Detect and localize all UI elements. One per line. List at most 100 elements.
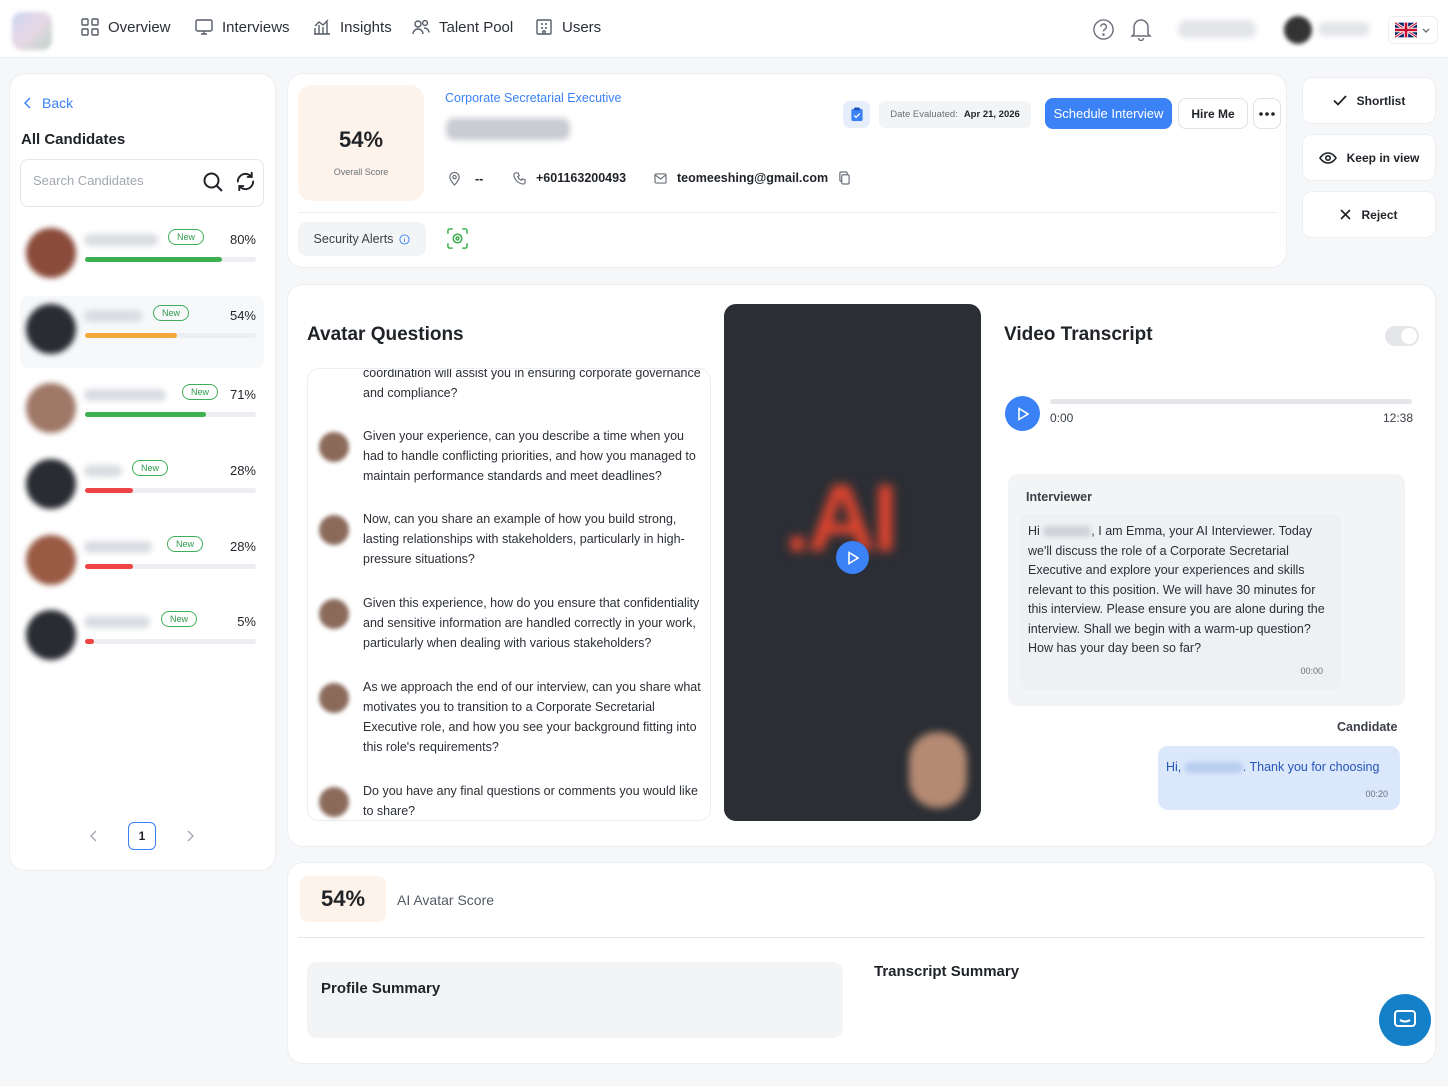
chevron-left-icon	[24, 97, 31, 109]
nav-talent-pool[interactable]: Talent Pool	[411, 17, 513, 37]
back-link[interactable]: Back	[24, 95, 73, 111]
candidate-body: . Thank you for choosing	[1242, 760, 1380, 774]
candidate-thumbnail	[909, 732, 967, 808]
refresh-icon[interactable]	[234, 170, 257, 193]
job-title: Corporate Secretarial Executive	[445, 91, 622, 105]
user-name[interactable]	[1318, 22, 1370, 36]
clipboard-icon[interactable]	[843, 101, 870, 128]
play-icon	[847, 550, 859, 565]
ai-avatar-score-label: AI Avatar Score	[397, 892, 495, 908]
profile-summary-box: Profile Summary	[307, 962, 843, 1038]
shortlist-label: Shortlist	[1356, 93, 1406, 108]
candidate-score: 80%	[229, 232, 256, 247]
avatar-icon	[319, 599, 349, 629]
date-evaluated: Date Evaluated: Apr 21, 2026	[879, 101, 1031, 128]
org-selector[interactable]	[1178, 20, 1256, 38]
more-options-button[interactable]	[1253, 98, 1281, 129]
candidate-avatar	[26, 383, 76, 433]
new-badge: New	[168, 229, 205, 245]
overall-score-box: 54% Overall Score	[298, 85, 424, 201]
candidate-progress-fill	[85, 257, 222, 262]
question-text: As we approach the end of our interview,…	[363, 680, 701, 754]
candidate-item[interactable]: New 80%	[20, 220, 264, 292]
next-page-icon[interactable]	[186, 830, 194, 842]
candidate-score: 5%	[237, 614, 256, 629]
summary-divider	[298, 937, 1425, 938]
chat-support-button[interactable]	[1379, 994, 1431, 1046]
pagination: 1	[90, 822, 194, 850]
nav-talent-pool-label: Talent Pool	[439, 18, 514, 36]
avatar-icon	[319, 683, 349, 713]
building-icon	[536, 19, 552, 35]
security-alerts-label: Security Alerts	[313, 232, 394, 246]
user-avatar[interactable]	[1284, 16, 1312, 44]
candidate-name-blurred	[446, 118, 570, 140]
check-icon	[1333, 95, 1347, 106]
nav-insights-label: Insights	[340, 18, 392, 36]
shortlist-button[interactable]: Shortlist	[1302, 77, 1436, 124]
language-selector[interactable]	[1388, 16, 1438, 44]
candidate-progress	[85, 488, 256, 493]
audio-play-button[interactable]	[1005, 396, 1040, 431]
candidate-name	[84, 310, 142, 322]
close-icon	[1340, 209, 1352, 220]
candidate-label: Candidate	[1337, 720, 1398, 734]
location-pin-icon	[449, 171, 460, 186]
candidate-avatar	[26, 459, 76, 509]
candidate-avatar	[26, 304, 76, 354]
nav-users[interactable]: Users	[534, 17, 601, 37]
reject-button[interactable]: Reject	[1302, 191, 1436, 238]
candidate-item[interactable]: New 54%	[20, 296, 264, 368]
new-badge: New	[167, 536, 204, 552]
keep-in-view-button[interactable]: Keep in view	[1302, 134, 1436, 181]
play-icon	[1017, 406, 1029, 421]
interviewer-message: Hi , I am Emma, your AI Interviewer. Tod…	[1028, 522, 1328, 659]
video-player[interactable]: .AI	[724, 304, 981, 821]
header-divider	[298, 212, 1276, 213]
schedule-interview-button[interactable]: Schedule Interview	[1045, 98, 1172, 129]
nav-interviews[interactable]: Interviews	[194, 17, 290, 37]
audio-progress-bar[interactable]	[1050, 399, 1412, 404]
bell-icon[interactable]	[1130, 17, 1152, 41]
help-icon[interactable]	[1092, 18, 1115, 41]
candidate-item[interactable]: New 71%	[20, 375, 264, 447]
nav-insights[interactable]: Insights	[312, 17, 392, 37]
copy-icon[interactable]	[838, 171, 851, 185]
interviewer-greeting: Hi	[1028, 524, 1040, 538]
top-navbar: Overview Interviews Insights Talent Pool…	[0, 0, 1448, 58]
candidate-progress-fill	[85, 639, 94, 644]
nav-interviews-label: Interviews	[222, 18, 290, 36]
search-input[interactable]	[33, 173, 193, 188]
monitor-icon	[195, 19, 213, 35]
question-text: Now, can you share an example of how you…	[363, 512, 685, 566]
eye-icon	[1318, 151, 1337, 164]
interviewer-bubble: Hi , I am Emma, your AI Interviewer. Tod…	[1020, 514, 1341, 690]
hire-me-button[interactable]: Hire Me	[1178, 98, 1248, 129]
video-play-button[interactable]	[836, 541, 869, 574]
nav-overview[interactable]: Overview	[80, 17, 171, 37]
candidate-score: 28%	[229, 463, 256, 478]
search-icon[interactable]	[202, 171, 224, 193]
location-value: --	[475, 171, 484, 186]
candidate-name	[84, 234, 158, 246]
mail-icon	[654, 172, 667, 184]
candidate-item[interactable]: New 28%	[20, 527, 264, 599]
security-alerts-button[interactable]: Security Alerts	[298, 222, 426, 256]
candidate-progress-fill	[85, 333, 178, 338]
page-1-button[interactable]: 1	[128, 822, 156, 850]
app-logo[interactable]	[12, 12, 52, 50]
blurred-name	[1043, 526, 1092, 538]
interviewer-message-block: Interviewer Hi , I am Emma, your AI Inte…	[1008, 474, 1405, 706]
interviewer-label: Interviewer	[1026, 490, 1093, 504]
prev-page-icon[interactable]	[90, 830, 98, 842]
new-badge: New	[161, 611, 198, 627]
candidate-name	[84, 541, 152, 553]
nav-users-label: Users	[562, 18, 602, 36]
face-scan-icon[interactable]	[446, 227, 469, 250]
transcript-toggle[interactable]	[1385, 326, 1419, 346]
ai-avatar-score-value: 54%	[300, 876, 386, 922]
candidate-item[interactable]: New 28%	[20, 451, 264, 523]
video-transcript-title: Video Transcript	[1004, 324, 1153, 345]
candidate-item[interactable]: New 5%	[20, 602, 264, 674]
interviewer-timestamp: 00:00	[1300, 666, 1323, 676]
